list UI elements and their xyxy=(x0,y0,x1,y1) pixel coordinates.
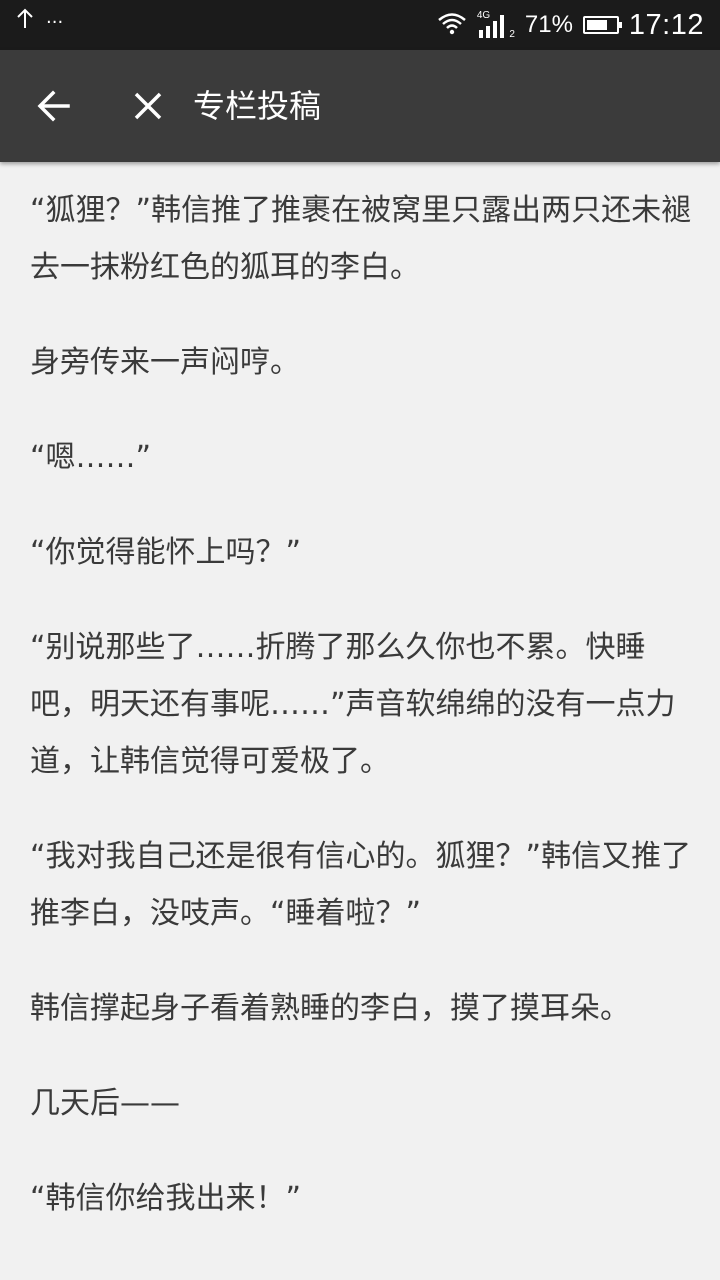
app-bar: 专栏投稿 xyxy=(0,50,720,162)
wifi-icon xyxy=(437,11,467,39)
more-dots: ··· xyxy=(46,11,64,33)
paragraph: “我对我自己还是很有信心的。狐狸？”韩信又推了推李白，没吱声。“睡着啦？” xyxy=(30,839,692,931)
status-bar: ··· 4G 2 71% 17:12 xyxy=(0,0,720,50)
paragraph: “韩信你给我出来！” xyxy=(30,1181,302,1216)
paragraph: 韩信撑起身子看着熟睡的李白，摸了摸耳朵。 xyxy=(30,991,630,1026)
arrow-up-icon xyxy=(16,8,34,36)
status-left: ··· xyxy=(16,8,63,36)
battery-icon xyxy=(582,16,622,34)
paragraph: 身旁传来一声闷哼。 xyxy=(30,345,300,380)
sim-slot: 2 xyxy=(509,29,515,40)
back-button[interactable] xyxy=(26,78,82,134)
cell-signal-icon: 4G 2 xyxy=(477,10,515,40)
arrow-left-icon xyxy=(37,90,70,122)
close-icon xyxy=(134,92,162,120)
page-title: 专栏投稿 xyxy=(193,87,322,125)
battery-level xyxy=(586,20,607,30)
paragraph: “你觉得能怀上吗？” xyxy=(30,535,302,570)
paragraph: “嗯……” xyxy=(30,440,152,475)
status-time: 17:12 xyxy=(628,8,704,41)
paragraph: “狐狸？”韩信推了推裹在被窝里只露出两只还未褪去一抹粉红色的狐耳的李白。 xyxy=(30,193,692,285)
article-content: “狐狸？”韩信推了推裹在被窝里只露出两只还未褪去一抹粉红色的狐耳的李白。 身旁传… xyxy=(30,162,700,1227)
status-right: 4G 2 71% 17:12 xyxy=(437,4,704,46)
paragraph: “别说那些了……折腾了那么久你也不累。快睡吧，明天还有事呢……”声音软绵绵的没有… xyxy=(30,630,676,779)
battery-percent: 71% xyxy=(524,11,573,38)
paragraph: 几天后—— xyxy=(30,1086,180,1121)
close-button[interactable] xyxy=(120,78,176,134)
